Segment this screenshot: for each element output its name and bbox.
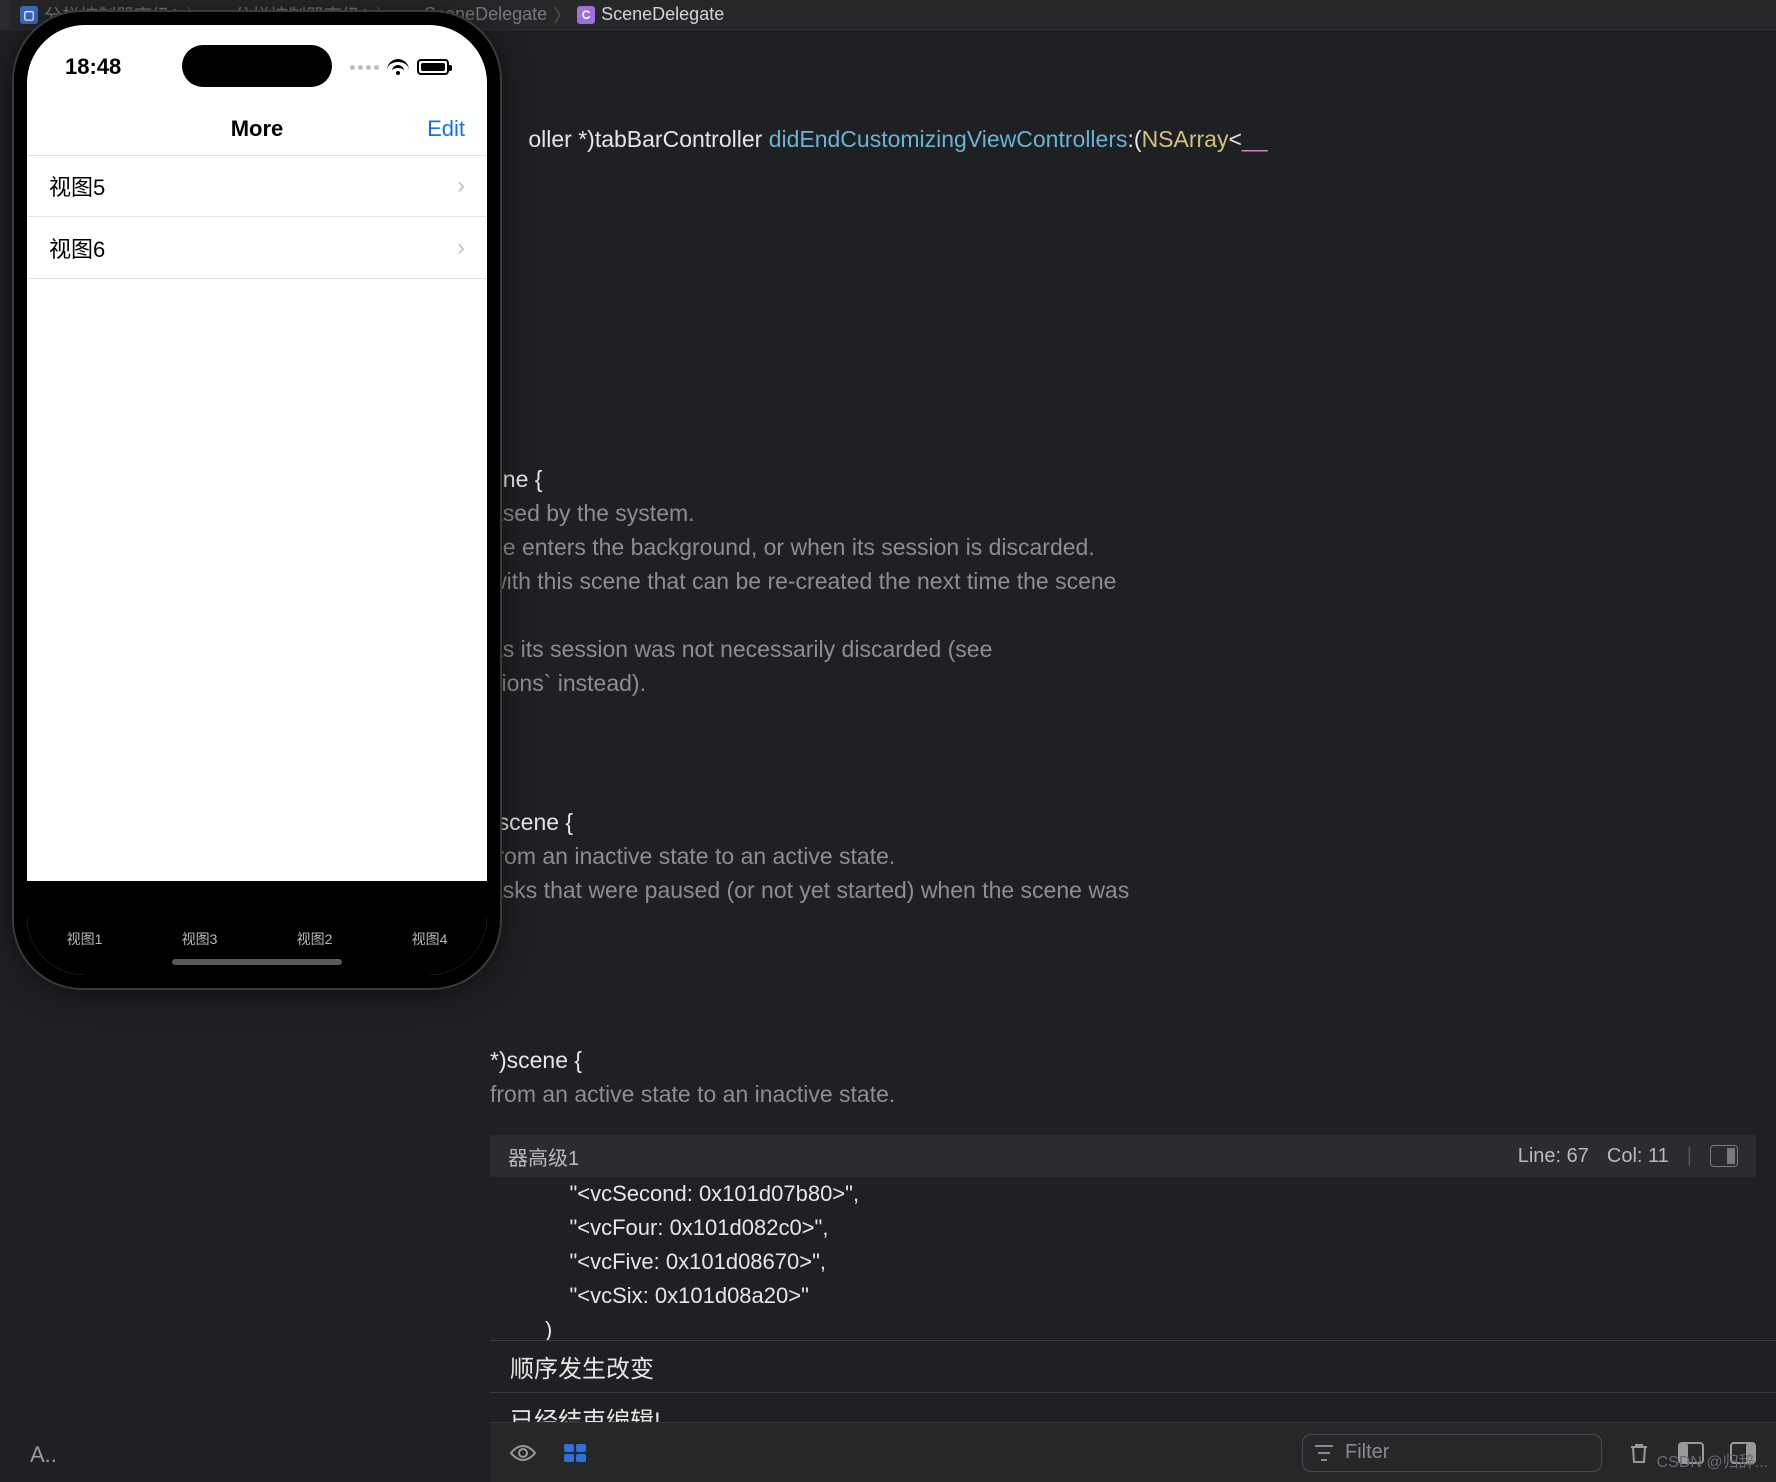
status-bar: 18:48 xyxy=(27,47,487,87)
status-col: Col: 11 xyxy=(1607,1145,1669,1168)
console-line: "<vcFive: 0x101d08670>", xyxy=(545,1245,1776,1279)
code-text: from an inactive state to an active stat… xyxy=(490,839,1776,873)
device-frame: 18:48 More Edit 视图5 › 视图6 › xyxy=(12,10,502,990)
table-row[interactable]: 视图6 › xyxy=(27,217,487,279)
row-label: 视图6 xyxy=(49,232,105,264)
console-messages: 顺序发生改变 已经结束编辑! xyxy=(490,1340,1776,1422)
status-left: 器高级1 xyxy=(508,1142,579,1171)
code-text: * xyxy=(578,126,587,152)
eye-icon[interactable] xyxy=(508,1440,538,1466)
breadcrumb-class[interactable]: SceneDelegate xyxy=(601,4,724,25)
code-text: ) xyxy=(587,126,595,152)
nav-title: More xyxy=(231,116,284,142)
code-text: didEndCustomizingViewControllers xyxy=(769,126,1128,152)
code-text: ased by the system. xyxy=(490,496,1776,530)
device-screen[interactable]: 18:48 More Edit 视图5 › 视图6 › xyxy=(27,25,487,975)
edit-button[interactable]: Edit xyxy=(427,116,465,142)
status-line: Line: 67 xyxy=(1518,1145,1589,1168)
status-time: 18:48 xyxy=(65,54,121,80)
code-text: )scene { xyxy=(490,805,1776,839)
code-text: oller xyxy=(528,126,578,152)
code-text: *)scene { xyxy=(490,1043,1776,1077)
wifi-icon xyxy=(387,59,409,75)
table-row[interactable]: 视图5 › xyxy=(27,155,487,217)
navigation-bar: More Edit xyxy=(27,103,487,155)
code-text: from an active state to an inactive stat… xyxy=(490,1077,1776,1111)
code-text: as its session was not necessarily disca… xyxy=(490,632,1776,666)
code-text: NSArray xyxy=(1142,126,1229,152)
minimap-toggle-icon[interactable] xyxy=(1710,1145,1738,1167)
tab-item[interactable]: 视图3 xyxy=(182,929,218,949)
bottom-left-label: A.. xyxy=(30,1442,57,1468)
code-text: ( xyxy=(1134,126,1142,152)
tab-item[interactable]: 视图4 xyxy=(412,929,448,949)
breakpoint-icon[interactable] xyxy=(560,1440,590,1466)
table-view[interactable]: 视图5 › 视图6 › xyxy=(27,155,487,279)
editor-status-bar: 器高级1 Line: 67 Col: 11 | xyxy=(490,1135,1756,1177)
filter-lines-icon xyxy=(1315,1445,1335,1461)
chevron-right-icon: › xyxy=(457,234,465,262)
tab-item[interactable]: 视图1 xyxy=(67,929,103,949)
code-text: asks that were paused (or not yet starte… xyxy=(490,873,1776,907)
code-text: tabBarController xyxy=(595,126,762,152)
ios-simulator: 18:48 More Edit 视图5 › 视图6 › xyxy=(12,10,502,1010)
watermark: CSDN @归辞... xyxy=(1657,1448,1768,1472)
code-text: sions` instead). xyxy=(490,666,1776,700)
console-line: "<vcSix: 0x101d08a20>" xyxy=(545,1279,1776,1313)
code-text: ene { xyxy=(490,462,1776,496)
filter-placeholder: Filter xyxy=(1345,1441,1389,1464)
console-filter-bar: Filter xyxy=(490,1422,1776,1482)
chevron-right-icon: 〉 xyxy=(553,2,571,28)
chevron-right-icon: › xyxy=(457,172,465,200)
console-line: "<vcFour: 0x101d082c0>", xyxy=(545,1211,1776,1245)
code-text: with this scene that can be re-created t… xyxy=(490,564,1776,598)
filter-input[interactable]: Filter xyxy=(1302,1434,1602,1472)
console-message: 顺序发生改变 xyxy=(490,1340,1776,1392)
trash-icon[interactable] xyxy=(1624,1440,1654,1466)
code-text: < xyxy=(1228,126,1241,152)
battery-icon xyxy=(417,59,449,75)
code-text: __ xyxy=(1242,126,1268,152)
class-icon: C xyxy=(577,6,595,24)
home-indicator xyxy=(172,959,342,965)
tab-bar[interactable]: 视图1 视图3 视图2 视图4 xyxy=(27,881,487,975)
code-text: ne enters the background, or when its se… xyxy=(490,530,1776,564)
console-line: "<vcSecond: 0x101d07b80>", xyxy=(545,1177,1776,1211)
cellular-dots-icon xyxy=(350,65,379,70)
tab-item[interactable]: 视图2 xyxy=(297,929,333,949)
row-label: 视图5 xyxy=(49,170,105,202)
